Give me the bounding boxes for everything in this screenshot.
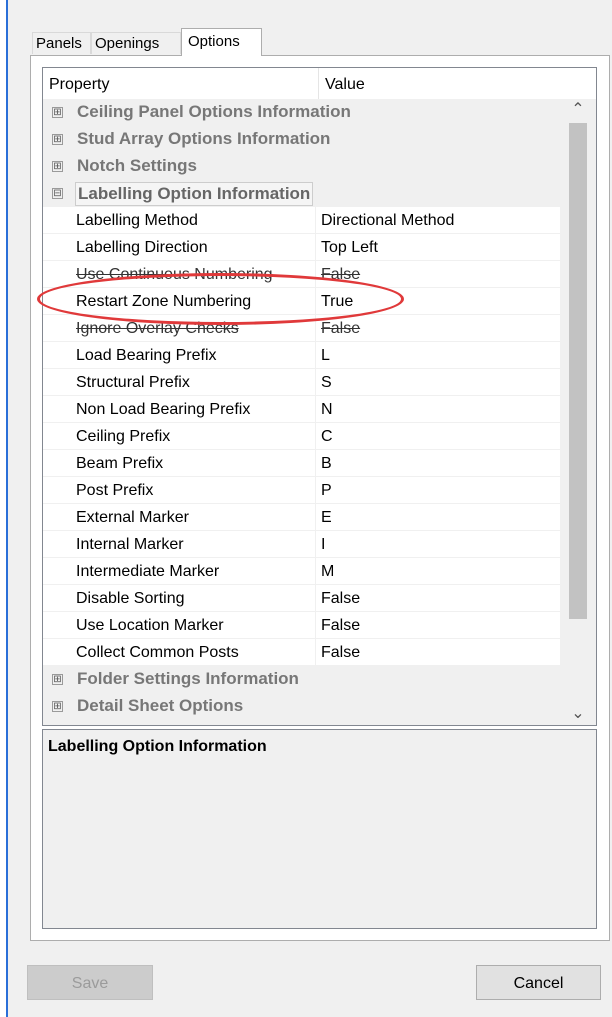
property-row-internal-marker[interactable]: Internal Marker I [43,531,560,558]
chevron-down-icon[interactable]: ⌄ [560,703,596,725]
grid-rows: ⊞ Ceiling Panel Options Information ⊞ St… [43,99,560,720]
category-detail-sheet-options[interactable]: ⊞ Detail Sheet Options [43,693,560,720]
vertical-scrollbar[interactable]: ⌃ ⌄ [560,99,596,725]
property-name: Beam Prefix [76,455,164,472]
expand-icon[interactable]: ⊞ [52,161,63,172]
property-row-non-load-bearing-prefix[interactable]: Non Load Bearing Prefix N [43,396,560,423]
property-row-labelling-method[interactable]: Labelling Method Directional Method [43,207,560,234]
property-name: Collect Common Posts [76,644,239,661]
property-value[interactable]: B [321,450,332,477]
category-folder-settings-information[interactable]: ⊞ Folder Settings Information [43,666,560,693]
chevron-up-icon[interactable]: ⌃ [560,99,596,121]
tab-options[interactable]: Options [181,28,262,56]
property-name: Internal Marker [76,536,184,553]
save-button[interactable]: Save [27,965,153,1000]
expand-icon[interactable]: ⊞ [52,701,63,712]
property-name: Structural Prefix [76,374,190,391]
category-labelling-option-information[interactable]: ⊟ Labelling Option Information [43,180,560,207]
property-value[interactable]: False [321,639,360,666]
property-name: Intermediate Marker [76,563,220,580]
category-label: Folder Settings Information [77,669,299,688]
collapse-icon[interactable]: ⊟ [52,188,63,199]
property-value[interactable]: E [321,504,332,531]
property-column-header[interactable]: Property [49,68,317,99]
category-label: Ceiling Panel Options Information [77,102,351,121]
property-value[interactable]: I [321,531,325,558]
property-name: Non Load Bearing Prefix [76,401,251,418]
property-name: Use Location Marker [76,617,224,634]
category-label: Detail Sheet Options [77,696,244,715]
property-name: Disable Sorting [76,590,185,607]
property-name: Use Continuous Numbering [76,266,273,283]
category-stud-array-options[interactable]: ⊞ Stud Array Options Information [43,126,560,153]
property-value[interactable]: N [321,396,333,423]
expand-icon[interactable]: ⊞ [52,107,63,118]
property-value[interactable]: True [321,288,353,315]
property-name: Labelling Direction [76,239,208,256]
tab-openings[interactable]: Openings [91,32,181,54]
property-value[interactable]: S [321,369,332,396]
category-label: Labelling Option Information [75,182,314,206]
scrollbar-thumb[interactable] [569,123,587,619]
property-row-load-bearing-prefix[interactable]: Load Bearing Prefix L [43,342,560,369]
property-row-collect-common-posts[interactable]: Collect Common Posts False [43,639,560,666]
property-row-ignore-overlay-checks[interactable]: Ignore Overlay Checks False [43,315,560,342]
description-title: Labelling Option Information [48,738,267,755]
value-column-header[interactable]: Value [318,68,585,99]
property-row-ceiling-prefix[interactable]: Ceiling Prefix C [43,423,560,450]
category-notch-settings[interactable]: ⊞ Notch Settings [43,153,560,180]
property-value[interactable]: False [321,612,360,639]
property-name: Ceiling Prefix [76,428,171,445]
property-row-beam-prefix[interactable]: Beam Prefix B [43,450,560,477]
property-value[interactable]: Directional Method [321,207,454,234]
property-row-external-marker[interactable]: External Marker E [43,504,560,531]
expand-icon[interactable]: ⊞ [52,134,63,145]
grid-header: Property Value [43,68,596,100]
property-grid[interactable]: Property Value ⊞ Ceiling Panel Options I… [42,67,597,726]
property-name: Labelling Method [76,212,198,229]
property-row-intermediate-marker[interactable]: Intermediate Marker M [43,558,560,585]
property-value[interactable]: P [321,477,332,504]
cancel-button[interactable]: Cancel [476,965,601,1000]
property-name: Load Bearing Prefix [76,347,217,364]
property-row-use-continuous-numbering[interactable]: Use Continuous Numbering False [43,261,560,288]
property-row-structural-prefix[interactable]: Structural Prefix S [43,369,560,396]
property-row-disable-sorting[interactable]: Disable Sorting False [43,585,560,612]
property-value[interactable]: M [321,558,334,585]
property-name: Post Prefix [76,482,154,499]
property-name: Ignore Overlay Checks [76,320,239,337]
property-value[interactable]: False [321,315,360,342]
expand-icon[interactable]: ⊞ [52,674,63,685]
tab-panels[interactable]: Panels [32,32,91,54]
property-row-use-location-marker[interactable]: Use Location Marker False [43,612,560,639]
property-value[interactable]: C [321,423,333,450]
category-label: Notch Settings [77,156,197,175]
property-row-post-prefix[interactable]: Post Prefix P [43,477,560,504]
property-value[interactable]: Top Left [321,234,378,261]
property-row-restart-zone-numbering[interactable]: Restart Zone Numbering True [43,288,560,315]
category-label: Stud Array Options Information [77,129,331,148]
property-row-labelling-direction[interactable]: Labelling Direction Top Left [43,234,560,261]
description-panel: Labelling Option Information [42,729,597,929]
property-value[interactable]: L [321,342,330,369]
property-value[interactable]: False [321,585,360,612]
category-ceiling-panel-options[interactable]: ⊞ Ceiling Panel Options Information [43,99,560,126]
property-name: External Marker [76,509,189,526]
property-name: Restart Zone Numbering [76,293,252,310]
property-value[interactable]: False [321,261,360,288]
